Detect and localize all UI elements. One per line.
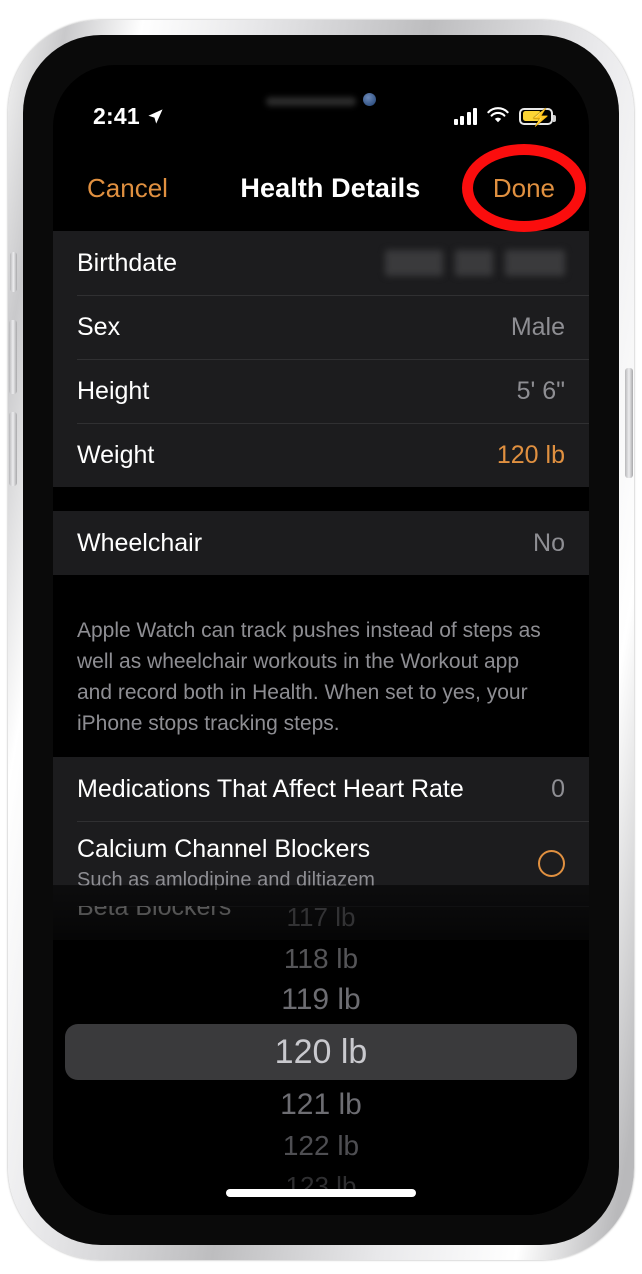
status-bar-right: ⚡ <box>453 107 556 126</box>
row-height[interactable]: Height 5' 6" <box>53 359 589 423</box>
wifi-icon <box>487 107 509 123</box>
radio-unselected-icon[interactable] <box>538 850 565 877</box>
volume-down-button[interactable] <box>9 412 17 486</box>
row-sex[interactable]: Sex Male <box>53 295 589 359</box>
phone-frame: 2:41 ⚡ Cancel Health Details Done Birthd… <box>8 20 634 1260</box>
group-wheelchair: Wheelchair No <box>53 511 589 575</box>
status-time: 2:41 <box>93 102 140 129</box>
row-label: Birthdate <box>77 248 178 277</box>
status-bar-left: 2:41 <box>93 103 164 130</box>
done-button-wrapper: Done <box>461 144 586 232</box>
row-value: 5' 6" <box>516 376 565 405</box>
row-label: Height <box>77 376 150 405</box>
home-indicator[interactable] <box>226 1189 416 1197</box>
picker-option[interactable]: 122 lb <box>53 1125 589 1166</box>
mute-switch[interactable] <box>10 252 17 292</box>
battery-charging-icon: ⚡ <box>519 107 556 126</box>
picker-option[interactable]: 117 lb <box>53 897 589 938</box>
picker-option[interactable]: 118 lb <box>53 938 589 979</box>
screenshot-stage: 2:41 ⚡ Cancel Health Details Done Birthd… <box>0 0 642 1274</box>
row-value: Male <box>510 312 565 341</box>
picker-option[interactable]: 123 lb <box>53 1166 589 1207</box>
row-count-badge: 0 <box>551 774 565 803</box>
row-label: Wheelchair <box>77 528 203 557</box>
row-label: Sex <box>77 312 121 341</box>
volume-up-button[interactable] <box>9 320 17 394</box>
row-label: Calcium Channel Blockers <box>77 835 371 863</box>
location-arrow-icon <box>148 108 163 124</box>
row-value: 120 lb <box>496 440 565 469</box>
birthdate-redacted-value <box>385 250 565 276</box>
weight-picker-sheet[interactable]: 117 lb 118 lb 119 lb 120 lb 121 lb 122 l… <box>53 885 589 1215</box>
row-label: Medications That Affect Heart Rate <box>77 774 464 803</box>
group-personal-info: Birthdate Sex Male Height 5' 6" Weight 1… <box>53 231 589 487</box>
picker-option[interactable]: 121 lb <box>53 1084 589 1125</box>
navigation-bar: Cancel Health Details Done <box>53 144 589 232</box>
row-wheelchair[interactable]: Wheelchair No <box>53 511 589 575</box>
phone-bezel: 2:41 ⚡ Cancel Health Details Done Birthd… <box>23 35 619 1245</box>
done-button[interactable]: Done <box>493 173 555 204</box>
phone-screen: 2:41 ⚡ Cancel Health Details Done Birthd… <box>53 65 589 1215</box>
wheelchair-footer-text: Apple Watch can track pushes instead of … <box>77 619 541 735</box>
status-bar: 2:41 ⚡ <box>53 65 589 141</box>
power-button[interactable] <box>625 368 633 478</box>
picker-option[interactable]: 119 lb <box>53 979 589 1020</box>
row-label: Weight <box>77 440 155 469</box>
row-medications-heart-rate[interactable]: Medications That Affect Heart Rate 0 <box>53 757 589 821</box>
weight-picker-wheel[interactable]: 117 lb 118 lb 119 lb 120 lb 121 lb 122 l… <box>53 897 589 1215</box>
page-title: Health Details <box>240 172 421 203</box>
picker-option-selected[interactable]: 120 lb <box>65 1024 577 1080</box>
row-value: No <box>533 528 565 557</box>
cancel-button[interactable]: Cancel <box>87 173 168 204</box>
row-weight[interactable]: Weight 120 lb <box>53 423 589 487</box>
row-birthdate[interactable]: Birthdate <box>53 231 589 295</box>
cellular-signal-icon <box>453 107 477 125</box>
